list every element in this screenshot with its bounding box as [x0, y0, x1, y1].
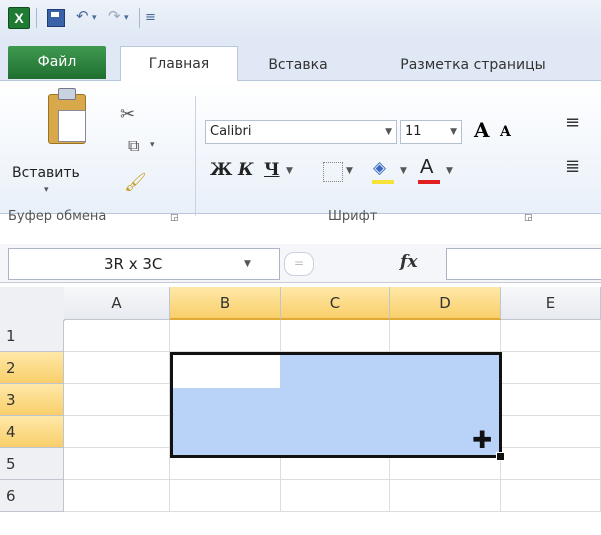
active-cell[interactable] [173, 355, 280, 388]
cell-c1[interactable] [281, 320, 390, 352]
select-all-corner[interactable] [0, 287, 65, 321]
column-header-c[interactable]: C [281, 287, 390, 320]
chevron-down-icon: ▼ [385, 127, 392, 137]
paste-button[interactable]: Вставить [12, 165, 80, 181]
paste-dropdown-icon[interactable]: ▾ [44, 185, 49, 195]
underline-button[interactable]: Ч [264, 160, 280, 180]
separator [139, 8, 140, 28]
borders-icon[interactable] [323, 162, 343, 182]
font-color-dropdown-icon[interactable]: ▼ [446, 166, 453, 176]
font-color-swatch [418, 180, 440, 184]
column-header-a[interactable]: A [64, 287, 170, 320]
font-name-value: Calibri [210, 124, 252, 139]
row-header-6[interactable]: 6 [0, 480, 64, 512]
cell-e5[interactable] [501, 448, 601, 480]
cell-a2[interactable] [64, 352, 170, 384]
undo-dropdown-icon[interactable]: ▾ [92, 13, 97, 23]
bold-button[interactable]: Ж [210, 160, 232, 180]
cut-icon[interactable]: ✂ [120, 104, 135, 125]
decrease-font-size-button[interactable]: A [500, 124, 511, 140]
column-header-e[interactable]: E [501, 287, 601, 320]
cell-d1[interactable] [390, 320, 501, 352]
cell-a5[interactable] [64, 448, 170, 480]
row-header-3[interactable]: 3 [0, 384, 64, 416]
row-header-1[interactable]: 1 [0, 320, 64, 352]
cell-a3[interactable] [64, 384, 170, 416]
redo-icon[interactable]: ↷ [108, 7, 121, 25]
underline-dropdown-icon[interactable]: ▼ [286, 166, 293, 176]
italic-button[interactable]: К [238, 160, 253, 180]
column-header-b[interactable]: B [170, 287, 281, 320]
borders-dropdown-icon[interactable]: ▼ [346, 166, 353, 176]
tab-file[interactable]: Файл [8, 46, 106, 79]
fill-color-dropdown-icon[interactable]: ▼ [400, 166, 407, 176]
save-icon[interactable] [47, 9, 65, 27]
tab-home[interactable]: Главная [120, 46, 238, 82]
column-header-d[interactable]: D [390, 287, 501, 320]
cell-a4[interactable] [64, 416, 170, 448]
fill-handle[interactable] [496, 452, 505, 461]
cell-a6[interactable] [64, 480, 170, 512]
font-color-button[interactable]: А [420, 156, 433, 179]
group-separator [195, 96, 196, 216]
name-box-value: 3R x 3C [104, 255, 163, 273]
paste-icon[interactable] [44, 88, 90, 144]
cell-e6[interactable] [501, 480, 601, 512]
redo-dropdown-icon[interactable]: ▾ [124, 13, 129, 23]
insert-function-icon[interactable]: fx [400, 252, 417, 272]
name-box[interactable]: 3R x 3C ▼ [8, 248, 280, 280]
row-header-2[interactable]: 2 [0, 352, 64, 384]
crosshair-cursor-icon: ✚ [472, 426, 493, 454]
tab-page-layout[interactable]: Разметка страницы [378, 50, 568, 80]
increase-font-size-button[interactable]: A [474, 118, 490, 142]
copy-dropdown-icon[interactable]: ▾ [150, 140, 155, 150]
title-bar [0, 0, 601, 38]
font-name-combo[interactable]: Calibri ▼ [205, 120, 397, 144]
formula-input[interactable] [446, 248, 601, 280]
cell-e1[interactable] [501, 320, 601, 352]
chevron-down-icon: ▼ [450, 127, 457, 137]
copy-icon[interactable]: ⧉ [128, 136, 139, 156]
align-left-icon[interactable]: ≣ [565, 156, 580, 177]
cell-a1[interactable] [64, 320, 170, 352]
cell-e2[interactable] [501, 352, 601, 384]
separator [36, 8, 37, 28]
cell-e4[interactable] [501, 416, 601, 448]
cell-e3[interactable] [501, 384, 601, 416]
chevron-down-icon[interactable]: ▼ [244, 249, 251, 279]
formula-cancel-icon[interactable]: = [284, 252, 314, 276]
fill-color-icon[interactable]: ◈ [373, 158, 386, 178]
fill-color-swatch [372, 180, 394, 184]
font-group-label: Шрифт [328, 209, 378, 224]
clipboard-dialog-launcher-icon[interactable]: ◲ [170, 213, 179, 223]
font-size-combo[interactable]: 11 ▼ [400, 120, 462, 144]
format-painter-icon[interactable]: 🖌 [124, 172, 147, 193]
cell-b6[interactable] [170, 480, 281, 512]
align-top-icon[interactable]: ≡ [565, 112, 580, 133]
row-header-5[interactable]: 5 [0, 448, 64, 480]
cell-d6[interactable] [390, 480, 501, 512]
undo-icon[interactable]: ↶ [76, 7, 89, 25]
row-header-4[interactable]: 4 [0, 416, 64, 448]
font-size-value: 11 [405, 124, 422, 139]
clipboard-group-label: Буфер обмена [8, 209, 107, 224]
cell-b1[interactable] [170, 320, 281, 352]
ribbon [0, 81, 601, 214]
tab-insert[interactable]: Вставка [248, 50, 348, 80]
excel-app-icon[interactable]: X [8, 7, 30, 29]
customize-quick-access-icon[interactable]: ≡ [145, 10, 156, 25]
font-dialog-launcher-icon[interactable]: ◲ [524, 213, 533, 223]
cell-c6[interactable] [281, 480, 390, 512]
